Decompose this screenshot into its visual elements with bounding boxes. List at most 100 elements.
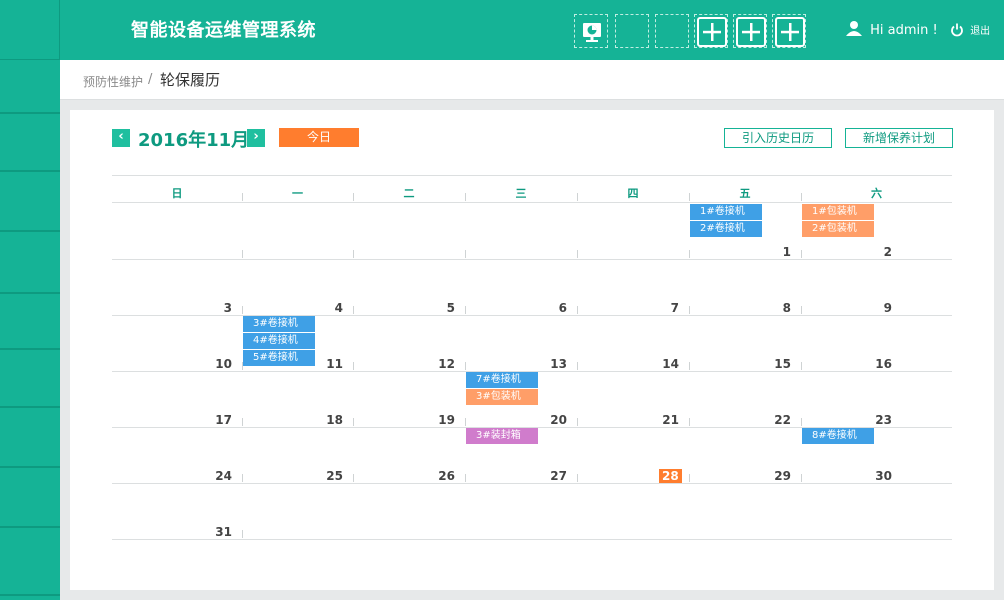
- user-greeting: Hi admin !: [870, 23, 938, 38]
- maintenance-event[interactable]: 3#装封箱: [466, 428, 538, 444]
- day-divider: [353, 193, 354, 201]
- breadcrumb-separator: /: [148, 72, 153, 87]
- date-cell[interactable]: 1: [689, 245, 791, 259]
- date-cell[interactable]: 27: [465, 469, 567, 483]
- monitor-chart-icon: [583, 23, 601, 42]
- today-button[interactable]: 今日: [279, 128, 359, 147]
- date-cell[interactable]: 25: [242, 469, 343, 483]
- day-divider: [689, 193, 690, 201]
- sidebar-item[interactable]: [0, 350, 60, 408]
- logo-box: [0, 0, 60, 60]
- day-divider: [577, 474, 578, 482]
- day-divider: [577, 250, 578, 258]
- sidebar-item[interactable]: [0, 468, 60, 528]
- day-divider: [801, 193, 802, 201]
- prev-month-button[interactable]: ‹: [112, 129, 130, 147]
- sidebar-item[interactable]: [0, 114, 60, 172]
- week-separator: [112, 259, 952, 260]
- power-icon: [950, 23, 964, 40]
- maintenance-event[interactable]: 4#卷接机: [243, 333, 315, 349]
- toolbar-slot-button[interactable]: [655, 14, 689, 48]
- weekday-thu: 四: [627, 187, 639, 200]
- sidebar-item[interactable]: [0, 172, 60, 232]
- add-button[interactable]: [694, 14, 728, 48]
- calendar-panel: ‹ 2016年11月 › 今日 引入历史日历 新增保养计划 日一二三四五六 12…: [70, 110, 994, 590]
- maintenance-event[interactable]: 3#卷接机: [243, 316, 315, 332]
- sidebar-item[interactable]: [0, 232, 60, 294]
- date-cell[interactable]: 20: [465, 413, 567, 427]
- add-plan-button[interactable]: 新增保养计划: [845, 128, 953, 148]
- maintenance-event[interactable]: 1#卷接机: [690, 204, 762, 220]
- date-cell[interactable]: 10: [112, 357, 232, 371]
- add-icon: [736, 17, 766, 47]
- breadcrumb: 预防性维护 / 轮保履历: [60, 60, 1004, 100]
- maintenance-event[interactable]: 3#包装机: [466, 389, 538, 405]
- breadcrumb-parent-link[interactable]: 预防性维护: [83, 73, 143, 90]
- date-cell[interactable]: 26: [353, 469, 455, 483]
- date-cell[interactable]: 29: [689, 469, 791, 483]
- import-history-button[interactable]: 引入历史日历: [724, 128, 832, 148]
- day-divider: [465, 193, 466, 201]
- date-cell[interactable]: 7: [577, 301, 679, 315]
- breadcrumb-current: 轮保履历: [160, 71, 221, 89]
- date-cell[interactable]: 2: [801, 245, 892, 259]
- date-cell[interactable]: 16: [801, 357, 892, 371]
- date-cell[interactable]: 6: [465, 301, 567, 315]
- maintenance-event[interactable]: 7#卷接机: [466, 372, 538, 388]
- week-separator: [112, 483, 952, 484]
- weekday-sun: 日: [171, 187, 183, 200]
- sidebar-item[interactable]: [0, 528, 60, 596]
- date-cell[interactable]: 18: [242, 413, 343, 427]
- date-cell[interactable]: 14: [577, 357, 679, 371]
- date-cell[interactable]: 21: [577, 413, 679, 427]
- next-month-button[interactable]: ›: [247, 129, 265, 147]
- month-title: 2016年11月: [138, 130, 250, 151]
- weekday-sat: 六: [871, 187, 882, 200]
- date-cell[interactable]: 30: [801, 469, 892, 483]
- today-date-cell[interactable]: 28: [659, 469, 682, 483]
- weekday-header: 日一二三四五六: [112, 175, 952, 203]
- day-divider: [465, 250, 466, 258]
- top-header-bar: 智能设备运维管理系统 Hi admin ! 退出: [0, 0, 1004, 60]
- date-cell[interactable]: 5: [353, 301, 455, 315]
- maintenance-event[interactable]: 1#包装机: [802, 204, 874, 220]
- date-cell[interactable]: 22: [689, 413, 791, 427]
- date-cell[interactable]: 12: [353, 357, 455, 371]
- logout-button[interactable]: 退出: [950, 22, 990, 40]
- weekday-fri: 五: [739, 187, 751, 200]
- date-cell[interactable]: 13: [465, 357, 567, 371]
- add-button[interactable]: [772, 14, 806, 48]
- date-cell[interactable]: 23: [801, 413, 892, 427]
- toolbar-slot-button[interactable]: [615, 14, 649, 48]
- date-cell[interactable]: 31: [112, 525, 232, 539]
- day-divider: [577, 193, 578, 201]
- sidebar-item[interactable]: [0, 294, 60, 350]
- weekday-wed: 三: [515, 187, 527, 200]
- month-calendar-grid: 日一二三四五六 1 2 3 4 5 6 7 8 9 10 11 12 13 14 15 16 17 18 19 20 2…: [112, 175, 952, 540]
- maintenance-event[interactable]: 2#卷接机: [690, 221, 762, 237]
- day-divider: [242, 250, 243, 258]
- date-cell[interactable]: 15: [689, 357, 791, 371]
- maintenance-event[interactable]: 2#包装机: [802, 221, 874, 237]
- date-cell[interactable]: 3: [112, 301, 232, 315]
- date-cell[interactable]: 24: [112, 469, 232, 483]
- maintenance-event[interactable]: 8#卷接机: [802, 428, 874, 444]
- user-menu[interactable]: Hi admin !: [846, 20, 938, 40]
- day-divider: [242, 530, 243, 538]
- app-title: 智能设备运维管理系统: [131, 20, 316, 41]
- day-divider: [242, 193, 243, 201]
- monitor-chart-button[interactable]: [574, 14, 608, 48]
- date-cell[interactable]: 9: [801, 301, 892, 315]
- day-divider: [353, 250, 354, 258]
- week-separator: [112, 315, 952, 316]
- user-icon: [846, 20, 862, 40]
- weekday-tue: 二: [403, 187, 415, 200]
- date-cell[interactable]: 19: [353, 413, 455, 427]
- add-button[interactable]: [733, 14, 767, 48]
- date-cell[interactable]: 4: [242, 301, 343, 315]
- sidebar-item[interactable]: [0, 60, 60, 114]
- date-cell[interactable]: 17: [112, 413, 232, 427]
- sidebar-item[interactable]: [0, 408, 60, 468]
- date-cell[interactable]: 8: [689, 301, 791, 315]
- maintenance-event[interactable]: 5#卷接机: [243, 350, 315, 366]
